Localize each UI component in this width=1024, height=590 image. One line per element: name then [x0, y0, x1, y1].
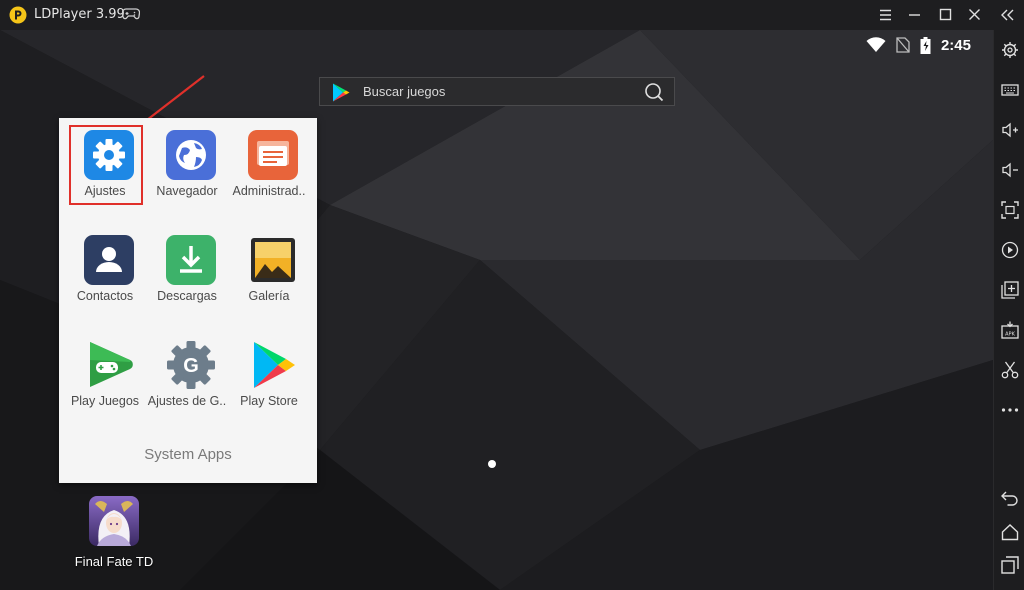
no-sim-icon	[896, 37, 910, 53]
final-fate-td-icon	[89, 496, 139, 546]
search-bar[interactable]: Buscar juegos	[319, 77, 675, 106]
folder-name: System Apps	[144, 446, 232, 463]
app-label: Contactos	[76, 289, 134, 303]
app-administrador[interactable]: Administrad..	[227, 118, 311, 218]
desktop-app-final-fate-td[interactable]: Final Fate TD	[68, 496, 160, 569]
contacts-icon	[84, 235, 134, 285]
system-apps-folder: Ajustes Navegador Administrad.. Contacto…	[59, 118, 317, 483]
file-manager-icon	[248, 130, 298, 180]
settings-icon[interactable]	[1001, 41, 1019, 59]
search-icon[interactable]	[644, 82, 664, 102]
app-label: Navegador	[156, 184, 218, 198]
app-navegador[interactable]: Navegador	[145, 118, 229, 218]
more-icon[interactable]	[1001, 401, 1019, 419]
app-label: Play Store	[240, 394, 298, 408]
back-icon[interactable]	[1001, 489, 1019, 507]
play-store-logo-icon	[333, 83, 350, 102]
home-icon[interactable]	[1001, 523, 1019, 541]
menu-icon[interactable]	[874, 5, 896, 25]
fullscreen-icon[interactable]	[1001, 201, 1019, 219]
collapse-sidebar-icon[interactable]	[997, 5, 1019, 25]
recent-apps-icon[interactable]	[1001, 556, 1019, 574]
app-play-store[interactable]: Play Store	[227, 328, 311, 428]
app-label: Descargas	[157, 289, 217, 303]
window-title: LDPlayer 3.99	[34, 7, 125, 22]
title-bar: LDPlayer 3.99	[0, 0, 1024, 30]
svg-text:APK: APK	[1005, 332, 1015, 338]
app-play-juegos[interactable]: Play Juegos	[63, 328, 147, 428]
page-indicator	[488, 460, 496, 468]
status-bar: 2:45	[866, 36, 971, 54]
android-screen[interactable]: 2:45 Buscar juegos Ajustes Navegador Adm…	[0, 30, 993, 590]
downloads-icon	[166, 235, 216, 285]
record-icon[interactable]	[1001, 241, 1019, 259]
app-descargas[interactable]: Descargas	[145, 223, 229, 323]
minimize-icon[interactable]	[903, 5, 925, 25]
scissors-icon[interactable]	[1001, 361, 1019, 379]
app-ajustes-de-google[interactable]: G Ajustes de G..	[145, 328, 229, 428]
app-label: Administrad..	[232, 184, 306, 198]
gamepad-icon[interactable]	[122, 7, 140, 21]
browser-globe-icon	[166, 130, 216, 180]
gallery-icon	[251, 238, 295, 282]
google-settings-icon: G	[167, 341, 215, 389]
keyboard-icon[interactable]	[1001, 81, 1019, 99]
app-label: Final Fate TD	[74, 554, 154, 569]
maximize-icon[interactable]	[934, 5, 956, 25]
close-icon[interactable]	[963, 5, 985, 25]
volume-up-icon[interactable]	[1001, 121, 1019, 139]
app-contactos[interactable]: Contactos	[63, 223, 147, 323]
app-label: Play Juegos	[70, 394, 140, 408]
search-input[interactable]: Buscar juegos	[363, 84, 445, 99]
app-label: Ajustes de G..	[147, 394, 227, 408]
play-games-icon	[90, 342, 133, 387]
apk-install-icon[interactable]: APK	[1001, 321, 1019, 339]
ldplayer-logo-icon	[9, 6, 27, 24]
volume-down-icon[interactable]	[1001, 161, 1019, 179]
battery-charging-icon	[920, 36, 931, 54]
right-toolbar: APK	[993, 30, 1024, 590]
app-label: Galería	[248, 289, 290, 303]
play-store-icon	[254, 342, 295, 388]
highlight-box	[69, 125, 143, 205]
wifi-icon	[866, 37, 886, 52]
add-window-icon[interactable]	[1001, 281, 1019, 299]
svg-text:G: G	[183, 355, 199, 377]
clock: 2:45	[940, 36, 971, 54]
app-galeria[interactable]: Galería	[227, 223, 311, 323]
